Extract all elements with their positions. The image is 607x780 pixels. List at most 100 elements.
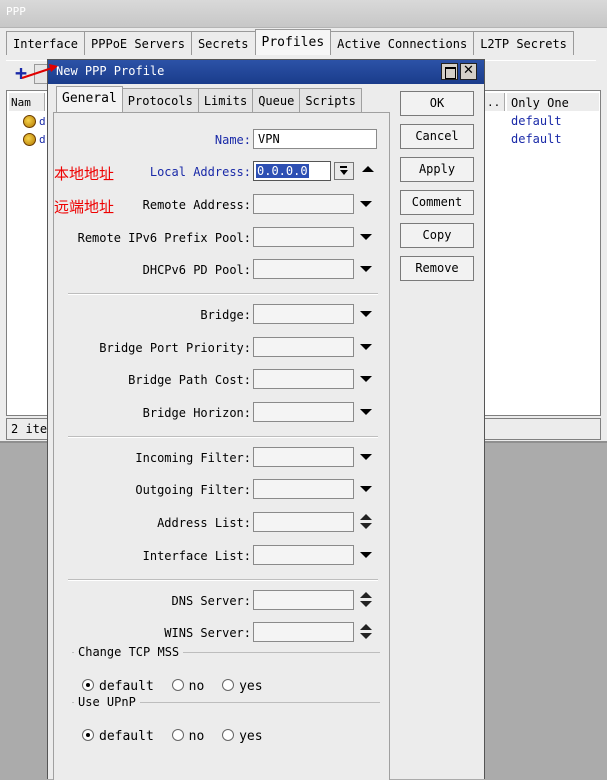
collapse-up-icon[interactable]: [362, 166, 374, 172]
address-list-input[interactable]: [253, 512, 354, 532]
bridge-port-priority-input[interactable]: [253, 337, 354, 357]
dhcpv6-pd-pool-label: DHCPv6 PD Pool:: [142, 263, 251, 277]
tab-l2tp-secrets[interactable]: L2TP Secrets: [473, 31, 574, 55]
bridge-port-priority-label: Bridge Port Priority:: [99, 341, 251, 355]
local-address-row: 本地地址 Local Address: 0.0.0.0: [54, 161, 391, 183]
dropdown-arrow-icon[interactable]: [360, 376, 372, 382]
bridge-input[interactable]: [253, 304, 354, 324]
divider: [68, 579, 378, 581]
dropdown-arrow-icon[interactable]: [360, 311, 372, 317]
use-upnp-group: Use UPnP default no yes: [72, 695, 380, 745]
outgoing-filter-row: Outgoing Filter:: [54, 479, 391, 501]
remote-address-label: Remote Address:: [142, 198, 251, 212]
interface-list-row: Interface List:: [54, 545, 391, 567]
comment-button[interactable]: Comment: [400, 190, 474, 215]
add-remove-spinner-icon[interactable]: [360, 624, 372, 642]
name-label: Name:: [214, 133, 251, 147]
address-list-label: Address List:: [157, 516, 251, 530]
row-name: d: [39, 133, 46, 146]
radio-icon[interactable]: [171, 679, 184, 691]
column-header-more[interactable]: ..: [485, 93, 505, 111]
dialog-title[interactable]: New PPP Profile: [48, 60, 484, 84]
tab-limits[interactable]: Limits: [197, 88, 254, 112]
radio-checked-icon[interactable]: [82, 729, 94, 741]
option-label: yes: [239, 729, 263, 744]
radio-icon[interactable]: [171, 729, 184, 741]
dropdown-arrow-icon[interactable]: [360, 266, 372, 272]
dialog-button-column: OK Cancel Apply Comment Copy Remove: [400, 91, 476, 289]
tab-interface[interactable]: Interface: [6, 31, 86, 55]
dropdown-arrow-icon[interactable]: [360, 454, 372, 460]
dns-server-input[interactable]: [253, 590, 354, 610]
dropdown-arrow-icon[interactable]: [360, 344, 372, 350]
profile-icon: [23, 133, 36, 146]
wins-server-input[interactable]: [253, 622, 354, 642]
add-remove-spinner-icon[interactable]: [360, 592, 372, 610]
tcp-mss-yes-option[interactable]: yes: [222, 679, 263, 694]
remote-ipv6-prefix-pool-input[interactable]: [253, 227, 354, 247]
dropdown-arrow-icon[interactable]: [360, 234, 372, 240]
bridge-horizon-label: Bridge Horizon:: [142, 406, 251, 420]
remote-ipv6-prefix-pool-row: Remote IPv6 Prefix Pool:: [54, 227, 391, 249]
local-address-input[interactable]: 0.0.0.0: [253, 161, 331, 181]
tcp-mss-no-option[interactable]: no: [171, 679, 204, 694]
add-remove-spinner-icon[interactable]: [360, 514, 372, 532]
tab-general[interactable]: General: [56, 86, 123, 112]
tcp-mss-default-option[interactable]: default: [82, 679, 154, 694]
tab-scripts[interactable]: Scripts: [299, 88, 362, 112]
radio-icon[interactable]: [222, 729, 235, 741]
use-upnp-legend: Use UPnP: [78, 695, 136, 709]
upnp-default-option[interactable]: default: [82, 729, 154, 744]
remove-button[interactable]: Remove: [400, 256, 474, 281]
local-address-dropdown-button[interactable]: [334, 162, 354, 180]
name-row: Name: VPN: [54, 129, 391, 151]
row-only-one: default: [511, 114, 562, 128]
interface-list-label: Interface List:: [142, 549, 251, 563]
name-input[interactable]: VPN: [253, 129, 377, 149]
bridge-path-cost-row: Bridge Path Cost:: [54, 369, 391, 391]
column-header-name[interactable]: Nam: [9, 93, 45, 111]
dhcpv6-pd-pool-input[interactable]: [253, 259, 354, 279]
tab-secrets[interactable]: Secrets: [190, 31, 256, 55]
tab-pppoe-servers[interactable]: PPPoE Servers: [84, 31, 192, 55]
copy-button[interactable]: Copy: [400, 223, 474, 248]
dhcpv6-pd-pool-row: DHCPv6 PD Pool:: [54, 259, 391, 281]
upnp-yes-option[interactable]: yes: [222, 729, 263, 744]
add-button[interactable]: +: [12, 63, 30, 84]
local-address-cn-annotation: 本地地址: [54, 165, 115, 183]
apply-button[interactable]: Apply: [400, 157, 474, 182]
bridge-label: Bridge:: [200, 308, 251, 322]
radio-checked-icon[interactable]: [82, 679, 94, 691]
column-header-only-one[interactable]: Only One: [507, 93, 599, 111]
radio-icon[interactable]: [222, 679, 235, 691]
dropdown-arrow-icon[interactable]: [360, 486, 372, 492]
close-button[interactable]: [460, 63, 477, 80]
row-only-one: default: [511, 132, 562, 146]
maximize-button[interactable]: [441, 63, 458, 80]
row-name: d: [39, 115, 46, 128]
tab-active-connections[interactable]: Active Connections: [330, 31, 475, 55]
tab-protocols[interactable]: Protocols: [121, 88, 199, 112]
dropdown-arrow-icon[interactable]: [360, 201, 372, 207]
interface-list-input[interactable]: [253, 545, 354, 565]
bridge-horizon-input[interactable]: [253, 402, 354, 422]
address-list-row: Address List:: [54, 512, 391, 534]
cancel-button[interactable]: Cancel: [400, 124, 474, 149]
option-label: default: [99, 729, 154, 744]
tab-queue[interactable]: Queue: [252, 88, 301, 112]
upnp-no-option[interactable]: no: [171, 729, 205, 744]
ok-button[interactable]: OK: [400, 91, 474, 116]
option-label: no: [188, 729, 205, 744]
general-tab-panel: Name: VPN 本地地址 Local Address: 0.0.0.0 远端…: [53, 112, 390, 780]
dropdown-arrow-icon[interactable]: [360, 409, 372, 415]
outgoing-filter-input[interactable]: [253, 479, 354, 499]
dropdown-arrow-icon[interactable]: [360, 552, 372, 558]
bridge-path-cost-label: Bridge Path Cost:: [128, 373, 251, 387]
use-upnp-options: default no yes: [82, 729, 273, 744]
outgoing-filter-label: Outgoing Filter:: [135, 483, 251, 497]
change-tcp-mss-options: default no yes: [82, 679, 273, 694]
remote-address-input[interactable]: [253, 194, 354, 214]
tab-profiles[interactable]: Profiles: [254, 29, 332, 55]
incoming-filter-input[interactable]: [253, 447, 354, 467]
bridge-path-cost-input[interactable]: [253, 369, 354, 389]
